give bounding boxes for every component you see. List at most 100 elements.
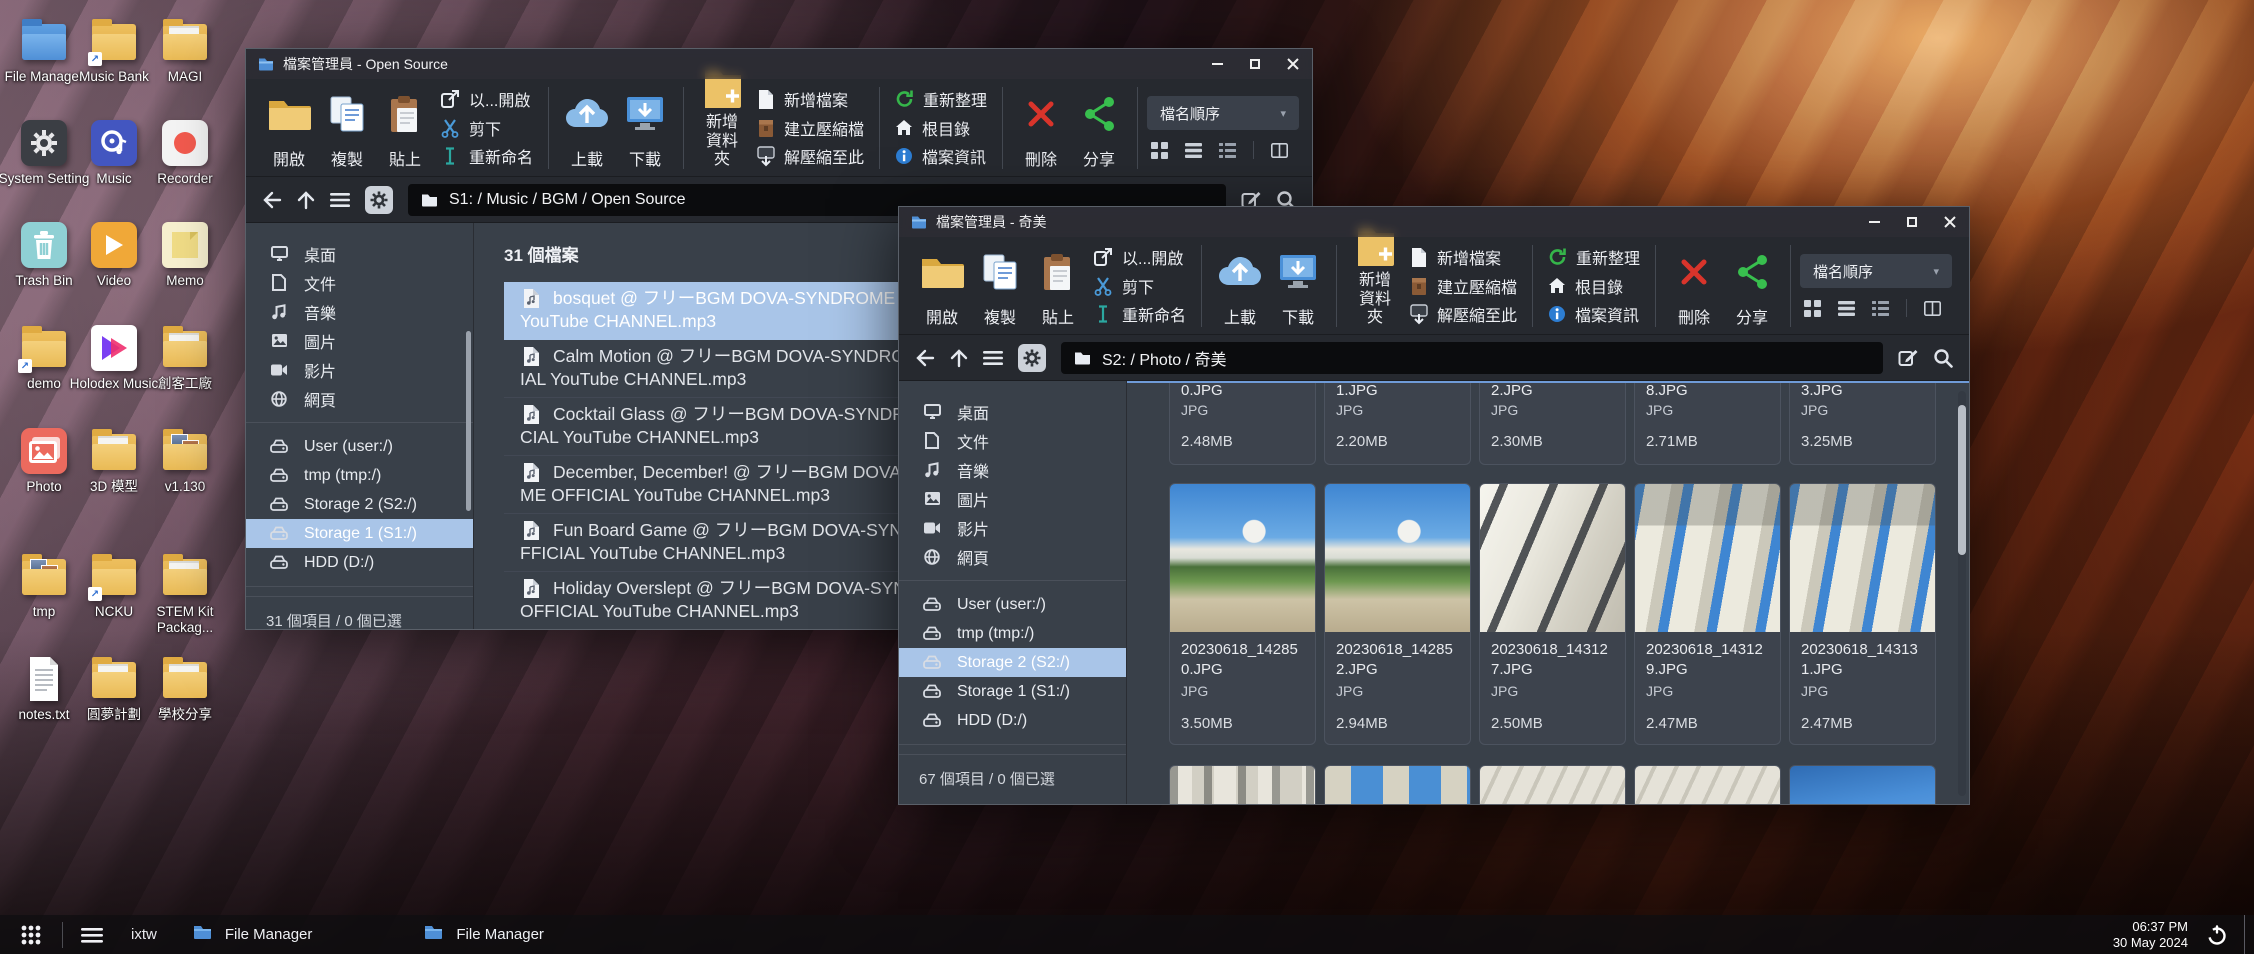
photo-card-partial[interactable] [1479, 765, 1626, 804]
maximize-button[interactable] [1893, 207, 1931, 237]
toolbar-archive-button[interactable]: 建立壓縮檔 [1410, 273, 1517, 298]
photo-card[interactable]: 20230618_143129.JPGJPG2.47MB [1634, 483, 1781, 745]
toolbar-file-info-button[interactable]: 檔案資訊 [1548, 302, 1640, 327]
sidebar-place-music[interactable]: 音樂 [246, 297, 473, 326]
toolbar-open-button[interactable]: 開啟 [913, 244, 971, 328]
view-grid-button[interactable] [1804, 300, 1821, 317]
sidebar-drive-5[interactable]: HDD (D:/) [899, 706, 1126, 735]
photo-card[interactable]: 20230618_143127.JPGJPG2.50MB [1479, 483, 1626, 745]
sidebar-drive-3[interactable]: Storage 2 (S2:/) [899, 648, 1126, 677]
toolbar-delete-button[interactable]: 刪除 [1665, 244, 1723, 328]
sort-order-dropdown[interactable]: 檔名順序▾ [1147, 96, 1299, 130]
sidebar-drive-4[interactable]: Storage 1 (S1:/) [899, 677, 1126, 706]
taskbar-clock[interactable]: 06:37 PM 30 May 2024 [2113, 919, 2188, 950]
menu-icon[interactable] [330, 192, 350, 208]
back-icon[interactable] [262, 191, 282, 209]
desktop-icon--[interactable]: 創客工廠 [137, 325, 233, 392]
close-button[interactable] [1274, 49, 1312, 79]
sidebar-place-desktop[interactable]: 桌面 [246, 239, 473, 268]
view-list-button[interactable] [1838, 301, 1855, 316]
maximize-button[interactable] [1236, 49, 1274, 79]
photo-card[interactable]: 20230618_142852.JPGJPG2.94MB [1324, 483, 1471, 745]
view-columns-button[interactable] [1924, 301, 1941, 316]
power-icon[interactable] [2206, 924, 2228, 946]
toolbar-open-with-button[interactable]: 以...開啟 [1093, 245, 1186, 270]
desktop-icon--[interactable]: 學校分享 [137, 656, 233, 723]
sidebar-drive-2[interactable]: tmp (tmp:/) [899, 619, 1126, 648]
view-detail-button[interactable] [1219, 143, 1236, 158]
settings-gear-button[interactable] [1018, 344, 1046, 372]
sidebar-place-image[interactable]: 圖片 [246, 326, 473, 355]
desktop-icon-recorder[interactable]: Recorder [137, 120, 233, 187]
up-icon[interactable] [297, 190, 315, 210]
task-menu-icon[interactable] [63, 927, 119, 943]
sidebar-drive-4[interactable]: Storage 1 (S1:/) [246, 519, 473, 548]
photo-card-partial[interactable]: 2.JPGJPG2.30MB [1479, 381, 1626, 465]
photo-card[interactable]: 20230618_143131.JPGJPG2.47MB [1789, 483, 1936, 745]
menu-icon[interactable] [983, 350, 1003, 366]
photo-card-partial[interactable]: 1.JPGJPG2.20MB [1324, 381, 1471, 465]
minimize-button[interactable] [1198, 49, 1236, 79]
sidebar-place-web[interactable]: 網頁 [246, 384, 473, 413]
toolbar-delete-button[interactable]: 刪除 [1012, 86, 1070, 170]
toolbar-cut-button[interactable]: 剪下 [1093, 273, 1186, 298]
photo-card-partial[interactable] [1324, 765, 1471, 804]
toolbar-new-folder-button[interactable]: 新增資料夾 [1346, 244, 1404, 328]
sidebar-scrollbar-thumb[interactable] [466, 331, 471, 511]
minimize-button[interactable] [1855, 207, 1893, 237]
photo-card-partial[interactable]: 3.JPGJPG3.25MB [1789, 381, 1936, 465]
toolbar-rename-button[interactable]: 重新命名 [1093, 302, 1186, 327]
sidebar-drive-1[interactable]: User (user:/) [899, 590, 1126, 619]
toolbar-upload-button[interactable]: 上載 [558, 86, 616, 170]
sidebar-place-web[interactable]: 網頁 [899, 542, 1126, 571]
photo-card[interactable]: 20230618_142850.JPGJPG3.50MB [1169, 483, 1316, 745]
view-list-button[interactable] [1185, 143, 1202, 158]
sidebar-place-document[interactable]: 文件 [899, 426, 1126, 455]
show-desktop-strip[interactable] [2244, 915, 2254, 954]
sidebar-drive-5[interactable]: HDD (D:/) [246, 548, 473, 577]
toolbar-share-button[interactable]: 分享 [1723, 244, 1781, 328]
toolbar-copy-button[interactable]: 複製 [971, 244, 1029, 328]
desktop-icon-v1-130[interactable]: v1.130 [137, 428, 233, 495]
toolbar-paste-button[interactable]: 貼上 [1029, 244, 1087, 328]
toolbar-copy-button[interactable]: 複製 [318, 86, 376, 170]
toolbar-extract-button[interactable]: 解壓縮至此 [1410, 302, 1517, 327]
sidebar-place-video[interactable]: 影片 [899, 513, 1126, 542]
toolbar-new-file-button[interactable]: 新增檔案 [1410, 245, 1517, 270]
toolbar-open-with-button[interactable]: 以...開啟 [440, 87, 533, 112]
toolbar-new-folder-button[interactable]: 新增資料夾 [693, 86, 751, 170]
sort-order-dropdown[interactable]: 檔名順序▾ [1800, 254, 1952, 288]
path-field[interactable]: S2: / Photo / 奇美 [1061, 342, 1883, 374]
back-icon[interactable] [915, 349, 935, 367]
toolbar-upload-button[interactable]: 上載 [1211, 244, 1269, 328]
sidebar-place-desktop[interactable]: 桌面 [899, 397, 1126, 426]
toolbar-file-info-button[interactable]: 檔案資訊 [895, 144, 987, 169]
toolbar-root-button[interactable]: 根目錄 [895, 115, 987, 140]
scrollbar[interactable] [1958, 391, 1966, 796]
toolbar-new-file-button[interactable]: 新增檔案 [757, 87, 864, 112]
photo-card-partial[interactable] [1634, 765, 1781, 804]
taskbar-task-file-manager-1[interactable]: File Manager [183, 915, 323, 954]
sidebar-place-image[interactable]: 圖片 [899, 484, 1126, 513]
toolbar-archive-button[interactable]: 建立壓縮檔 [757, 115, 864, 140]
view-grid-button[interactable] [1151, 142, 1168, 159]
toolbar-share-button[interactable]: 分享 [1070, 86, 1128, 170]
view-columns-button[interactable] [1271, 143, 1288, 158]
search-icon[interactable] [1933, 348, 1953, 368]
desktop-icon-memo[interactable]: Memo [137, 222, 233, 289]
toolbar-cut-button[interactable]: 剪下 [440, 115, 533, 140]
sidebar-drive-3[interactable]: Storage 2 (S2:/) [246, 490, 473, 519]
photo-card-partial[interactable] [1169, 765, 1316, 804]
photo-card-partial[interactable]: 8.JPGJPG2.71MB [1634, 381, 1781, 465]
scrollbar-thumb[interactable] [1958, 405, 1966, 555]
edit-path-icon[interactable] [1898, 348, 1918, 368]
photo-card-partial[interactable]: 0.JPGJPG2.48MB [1169, 381, 1316, 465]
toolbar-extract-button[interactable]: 解壓縮至此 [757, 144, 864, 169]
toolbar-root-button[interactable]: 根目錄 [1548, 273, 1640, 298]
close-button[interactable] [1931, 207, 1969, 237]
view-detail-button[interactable] [1872, 301, 1889, 316]
sidebar-drive-1[interactable]: User (user:/) [246, 432, 473, 461]
toolbar-download-button[interactable]: 下載 [616, 86, 674, 170]
sidebar-place-video[interactable]: 影片 [246, 355, 473, 384]
toolbar-rename-button[interactable]: 重新命名 [440, 144, 533, 169]
